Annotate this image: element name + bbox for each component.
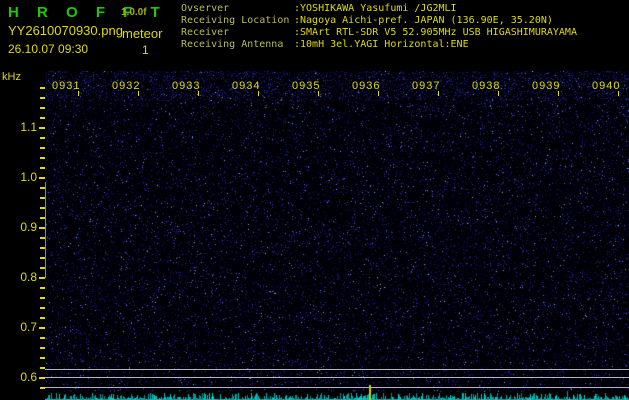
freq-minor-tick <box>40 287 45 289</box>
freq-major-tick <box>39 327 45 329</box>
freq-tick-label: 0.8 <box>20 270 37 284</box>
freq-axis-unit: kHz <box>2 71 21 83</box>
minute-tick <box>618 91 619 96</box>
freq-tick-label: 1.0 <box>20 170 37 184</box>
freq-minor-tick <box>40 137 45 139</box>
time-tick-label: 0940 <box>592 80 621 92</box>
metadata-row: Receiving Antenna :10mH 3el.YAGI Horizon… <box>181 39 621 51</box>
metadata-label: Receiving Location <box>181 15 290 26</box>
minute-tick <box>78 91 79 96</box>
time-tick-label: 0935 <box>292 80 321 92</box>
time-tick-label: 0938 <box>472 80 501 92</box>
metadata-label: Ovserver <box>181 3 230 14</box>
time-tick-label: 0934 <box>232 80 261 92</box>
freq-minor-tick <box>40 147 45 149</box>
detection-band-marker <box>45 182 46 278</box>
spectrogram-canvas <box>46 71 629 392</box>
time-tick-label: 0937 <box>412 80 441 92</box>
metadata-value: :Nagoya Aichi-pref. JAPAN (136.90E, 35.2… <box>294 15 553 26</box>
freq-minor-tick <box>40 107 45 109</box>
metadata-value: :10mH 3el.YAGI Horizontal:ENE <box>294 39 469 50</box>
freq-major-tick <box>39 177 45 179</box>
freq-minor-tick <box>40 307 45 309</box>
minute-tick <box>258 91 259 96</box>
time-tick-label: 0933 <box>172 80 201 92</box>
freq-tick-label: 0.6 <box>20 370 37 384</box>
minute-tick <box>198 91 199 96</box>
metadata-value: :YOSHIKAWA Yasufumi /JG2MLI <box>294 3 457 14</box>
freq-minor-tick <box>40 297 45 299</box>
minute-tick <box>438 91 439 96</box>
freq-major-tick <box>39 127 45 129</box>
metadata-row: Receiver :SMArt RTL-SDR V5 52.905MHz USB… <box>181 27 621 39</box>
time-tick-label: 0932 <box>112 80 141 92</box>
time-tick-label: 0939 <box>532 80 561 92</box>
freq-minor-tick <box>40 317 45 319</box>
metadata-label: Receiving Antenna <box>181 39 284 50</box>
metadata-row: Receiving Location :Nagoya Aichi-pref. J… <box>181 15 621 27</box>
echo-count: 1 <box>142 43 149 57</box>
metadata-row: Ovserver :YOSHIKAWA Yasufumi /JG2MLI <box>181 3 621 15</box>
datetime-label: 26.10.07 09:30 <box>8 42 89 56</box>
hrofft-screen: { "app": { "title": "H R O F F T", "vers… <box>0 0 629 400</box>
freq-minor-tick <box>40 87 45 89</box>
minute-tick <box>378 91 379 96</box>
mode-label: meteor <box>122 26 163 41</box>
carrier-line <box>45 369 629 370</box>
time-tick-label: 0931 <box>52 80 81 92</box>
minute-tick <box>318 91 319 96</box>
freq-tick-label: 0.9 <box>20 220 37 234</box>
metadata-label: Receiver <box>181 27 230 38</box>
freq-tick-label: 0.7 <box>20 320 37 334</box>
freq-minor-tick <box>40 357 45 359</box>
freq-minor-tick <box>40 157 45 159</box>
app-version: 1.0.0f <box>121 7 147 18</box>
minute-tick <box>498 91 499 96</box>
freq-minor-tick <box>40 97 45 99</box>
output-filename: YY2610070930.png <box>8 23 123 38</box>
freq-minor-tick <box>40 337 45 339</box>
signal-level-strip <box>45 383 629 400</box>
minute-tick <box>138 91 139 96</box>
freq-tick-label: 1.1 <box>20 120 37 134</box>
freq-minor-tick <box>40 347 45 349</box>
freq-minor-tick <box>40 117 45 119</box>
time-tick-label: 0936 <box>352 80 381 92</box>
minute-tick <box>558 91 559 96</box>
carrier-line <box>45 377 629 378</box>
metadata-value: :SMArt RTL-SDR V5 52.905MHz USB HIGASHIM… <box>294 27 577 38</box>
freq-minor-tick <box>40 167 45 169</box>
